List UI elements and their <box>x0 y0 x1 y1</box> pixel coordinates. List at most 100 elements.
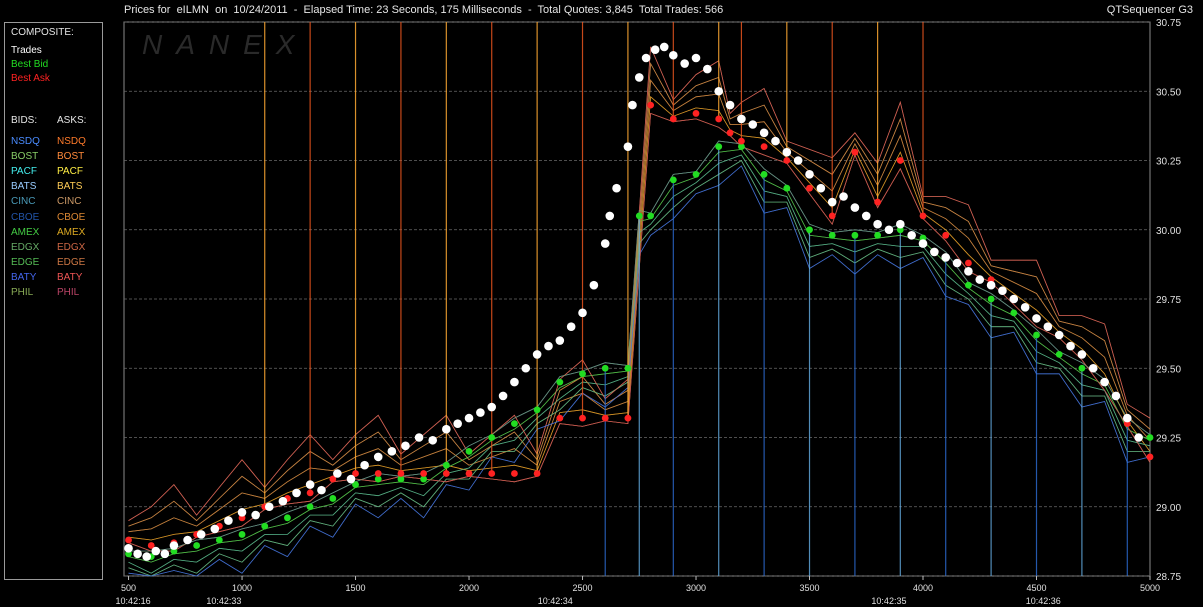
trade-point <box>317 485 326 495</box>
trade-point <box>691 53 701 63</box>
best-bid-point <box>874 231 882 239</box>
trade-point <box>827 197 837 207</box>
time-label: 10:42:16 <box>116 596 151 606</box>
trade-point <box>771 136 780 146</box>
best-bid-point <box>806 226 813 234</box>
trade-point <box>387 447 397 456</box>
trade-point <box>884 225 894 235</box>
best-ask-point <box>1146 453 1154 461</box>
best-ask-point <box>533 470 541 477</box>
trade-point <box>1077 350 1087 359</box>
trade-point <box>251 510 260 520</box>
trade-point <box>160 549 170 559</box>
y-tick-label: 28.75 <box>1156 572 1181 583</box>
best-bid-point <box>284 514 291 522</box>
best-ask-point <box>828 212 836 220</box>
trade-point <box>428 435 438 445</box>
best-ask-point <box>896 157 904 164</box>
y-tick-label: 30.50 <box>1156 87 1181 98</box>
best-ask-point <box>919 212 927 220</box>
trade-point <box>850 203 860 212</box>
best-bid-point <box>1010 309 1018 317</box>
best-bid-point <box>692 170 700 178</box>
best-ask-point <box>579 414 586 422</box>
trade-point <box>725 100 735 110</box>
trade-point <box>292 488 301 498</box>
trade-point <box>133 549 142 559</box>
best-bid-point <box>647 212 655 220</box>
best-bid-point <box>760 170 768 178</box>
watermark: NANEX <box>142 29 308 60</box>
best-bid-point <box>329 495 337 502</box>
trade-point <box>544 341 553 351</box>
trade-point <box>401 441 410 451</box>
trade-point <box>748 120 758 129</box>
best-bid-point <box>556 378 564 386</box>
best-ask-point <box>624 414 632 422</box>
trade-point <box>464 413 474 423</box>
trade-point <box>1123 413 1132 423</box>
time-label: 10:42:33 <box>206 596 241 606</box>
trade-point <box>918 239 928 248</box>
best-ask-point <box>306 489 314 497</box>
best-ask-point <box>874 198 882 206</box>
trade-point <box>566 322 576 332</box>
trade-point <box>210 524 220 534</box>
best-ask-point <box>556 414 564 422</box>
best-ask-point <box>488 470 496 477</box>
trade-point <box>1043 322 1053 332</box>
best-ask-point <box>374 470 382 477</box>
y-tick-label: 30.00 <box>1156 226 1181 237</box>
best-ask-point <box>851 148 859 156</box>
trade-point <box>578 308 587 318</box>
best-ask-point <box>738 137 745 145</box>
trade-point <box>264 502 274 512</box>
x-tick-label: 500 <box>121 583 136 593</box>
trade-point <box>414 433 424 442</box>
best-bid-point <box>1055 351 1063 358</box>
trade-point <box>589 280 599 290</box>
trade-point <box>986 280 996 290</box>
x-tick-label: 4000 <box>913 583 933 593</box>
best-ask-point <box>669 115 677 123</box>
best-bid-point <box>193 542 201 549</box>
trade-point <box>839 192 848 201</box>
trade-point <box>793 156 803 165</box>
trade-point <box>1032 314 1041 323</box>
trade-point <box>142 552 151 561</box>
best-bid-point <box>261 522 269 530</box>
best-ask-point <box>511 470 518 477</box>
trade-point <box>453 419 462 428</box>
trade-point <box>476 408 485 417</box>
best-bid-point <box>828 231 836 239</box>
trade-point <box>333 469 342 478</box>
time-label: 10:42:36 <box>1026 596 1061 606</box>
trade-point <box>703 64 712 74</box>
trade-point <box>952 258 962 268</box>
trade-point <box>1020 303 1030 312</box>
best-ask-point <box>692 110 700 117</box>
x-tick-label: 1500 <box>346 583 366 593</box>
trade-point <box>237 507 247 517</box>
trade-point <box>1134 433 1143 442</box>
best-bid-point <box>624 364 632 372</box>
trade-point <box>1066 341 1075 351</box>
x-tick-label: 2500 <box>573 583 593 593</box>
trade-point <box>305 480 315 489</box>
best-bid-point <box>306 503 314 511</box>
trade-point <box>634 73 644 82</box>
trade-point <box>650 45 660 54</box>
best-bid-point <box>987 295 995 303</box>
y-tick-label: 29.25 <box>1156 434 1181 445</box>
trade-point <box>532 350 542 359</box>
trade-point <box>896 219 905 229</box>
y-tick-label: 30.75 <box>1156 18 1181 29</box>
best-ask-point <box>397 470 405 477</box>
trade-point <box>669 50 678 60</box>
price-chart: NANEX 28.75 29.00 29.25 29.50 29.75 30.00 30.25… <box>116 18 1182 606</box>
best-ask-point <box>942 231 950 239</box>
best-bid-point <box>465 447 473 455</box>
trade-point <box>659 42 669 52</box>
trade-point <box>487 402 497 412</box>
trade-point <box>998 286 1007 295</box>
